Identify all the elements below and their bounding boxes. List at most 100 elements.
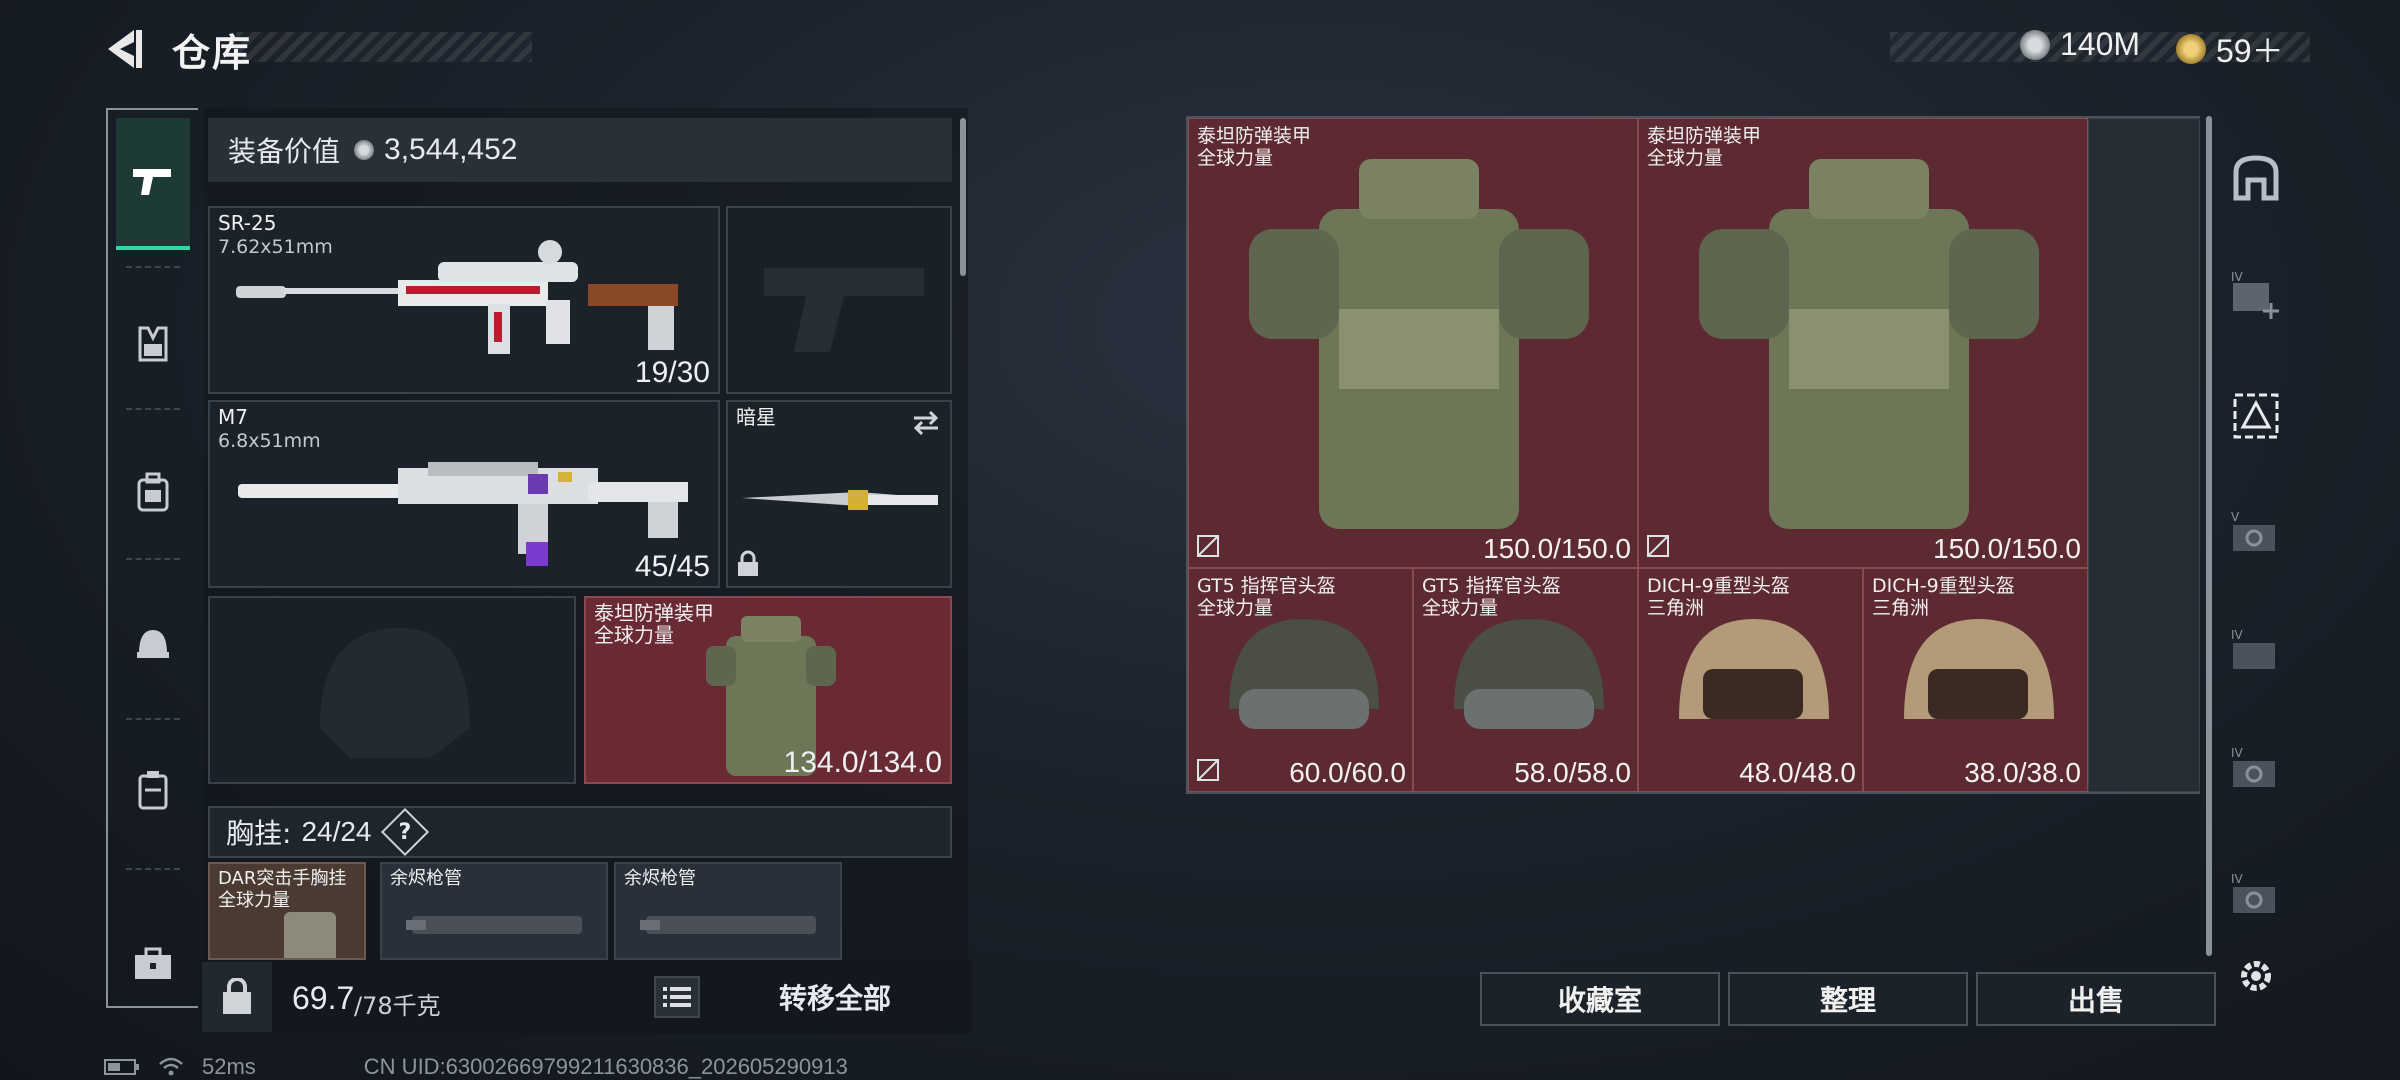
- storage-item-helmet-4[interactable]: DICH-9重型头盔 三角洲 38.0/38.0: [1863, 568, 2088, 792]
- ammo-count: 19/30: [634, 356, 710, 389]
- storage-item-armor-1[interactable]: 泰坦防弹装甲 全球力量 150.0/150.0: [1188, 118, 1638, 568]
- list-icon: [663, 987, 691, 1007]
- case-tool-iv-3[interactable]: IV: [2224, 866, 2288, 930]
- helmet-image: [1679, 619, 1829, 719]
- case-iv-icon: IV: [2231, 872, 2275, 913]
- empty-grid-cell[interactable]: [2088, 118, 2200, 792]
- rig-item-barrel-1[interactable]: 余烬枪管: [380, 862, 608, 960]
- title-decoration: [236, 32, 532, 62]
- settings-button[interactable]: [2224, 944, 2288, 1008]
- loadout-scrollbar[interactable]: [960, 118, 966, 276]
- durability: 60.0/60.0: [1289, 757, 1406, 788]
- primary-weapon-slot-1[interactable]: SR-25 7.62x51mm 19/30: [208, 206, 720, 394]
- backpack-icon: [137, 472, 169, 512]
- helmet-image: [1454, 619, 1604, 729]
- currency-silver[interactable]: 140M: [2020, 26, 2140, 63]
- sell-button[interactable]: 出售: [1976, 972, 2216, 1026]
- transfer-all-button[interactable]: 转移全部: [710, 968, 960, 1026]
- chest-rig-image: [284, 912, 336, 958]
- durability: 150.0/150.0: [1483, 533, 1631, 564]
- primary-weapon-slot-2[interactable]: M7 6.8x51mm 45/45: [208, 400, 720, 588]
- triangle-box-icon: [2233, 393, 2279, 439]
- storage-item-armor-2[interactable]: 泰坦防弹装甲 全球力量 150.0/150.0: [1638, 118, 2088, 568]
- no-repair-icon: [1197, 759, 1219, 781]
- storage-scrollbar[interactable]: [2206, 116, 2212, 956]
- toolbox-icon: [135, 947, 171, 979]
- armor-slot[interactable]: 泰坦防弹装甲 全球力量 134.0/134.0: [584, 596, 952, 784]
- durability: 38.0/38.0: [1964, 757, 2081, 788]
- rig-capacity: 24/24: [301, 816, 372, 847]
- sidearm-slot[interactable]: [726, 206, 952, 394]
- add-item-tool[interactable]: IV: [2224, 264, 2288, 328]
- category-tabs: [106, 108, 200, 1008]
- case-tool-v[interactable]: V: [2224, 504, 2288, 568]
- helmet-slot[interactable]: [208, 596, 576, 784]
- storage-item-helmet-1[interactable]: GT5 指挥官头盔 全球力量 60.0/60.0: [1188, 568, 1413, 792]
- silver-coin-icon: [2020, 29, 2050, 60]
- rig-item-barrel-2[interactable]: 余烬枪管: [614, 862, 842, 960]
- svg-text:V: V: [2231, 510, 2240, 524]
- uid-text: CN UID:63002669799211630836_202605290913: [363, 1054, 848, 1079]
- no-repair-icon: [1647, 535, 1669, 557]
- organize-button[interactable]: 整理: [1728, 972, 1968, 1026]
- currency-gold-value: 59＋: [2216, 33, 2284, 69]
- triangle-tool[interactable]: [2224, 384, 2288, 448]
- case-v-icon: V: [2231, 510, 2275, 551]
- svg-text:IV: IV: [2231, 746, 2244, 760]
- case-tool-iv-2[interactable]: IV: [2224, 740, 2288, 804]
- collection-room-button[interactable]: 收藏室: [1480, 972, 1720, 1026]
- equip-value-bar: 装备价值 3,544,452: [208, 118, 952, 182]
- arch-icon: [2233, 155, 2279, 201]
- helmet-image: [1904, 619, 2054, 719]
- weight-lock-button[interactable]: [202, 962, 272, 1032]
- equip-value: 3,544,452: [384, 133, 518, 166]
- durability: 58.0/58.0: [1514, 757, 1631, 788]
- tab-container[interactable]: [116, 724, 190, 856]
- list-view-button[interactable]: [654, 976, 700, 1018]
- tab-weapons[interactable]: [116, 118, 190, 250]
- vest-icon: [138, 326, 168, 362]
- silver-coin-icon: [354, 140, 375, 160]
- svg-text:IV: IV: [2231, 872, 2244, 886]
- case-iv-icon: IV: [2231, 628, 2275, 669]
- pistol-placeholder-icon: [764, 268, 924, 352]
- weapon-name: M7: [218, 405, 248, 429]
- durability: 150.0/150.0: [1933, 533, 2081, 564]
- storage-grid: 泰坦防弹装甲 全球力量 150.0/150.0 泰坦防弹装甲 全球力量 150.0/…: [1186, 116, 2200, 794]
- svg-text:IV: IV: [2231, 270, 2244, 284]
- armor-durability: 134.0/134.0: [783, 746, 942, 779]
- swap-icon[interactable]: [910, 410, 942, 436]
- tab-tools[interactable]: [116, 898, 190, 1030]
- rig-item-dar[interactable]: DAR突击手胸挂 全球力量: [208, 862, 366, 960]
- durability: 48.0/48.0: [1739, 757, 1856, 788]
- wifi-icon: [159, 1057, 183, 1076]
- melee-name: 暗星: [736, 405, 776, 429]
- weight-lock-icon: [223, 978, 251, 1014]
- armor-image: [1249, 159, 1589, 529]
- case-icon: [138, 771, 168, 810]
- melee-slot[interactable]: 暗星: [726, 400, 952, 588]
- tab-helmet[interactable]: [116, 578, 190, 710]
- equip-value-label: 装备价值: [228, 135, 341, 168]
- help-icon[interactable]: ?: [380, 807, 429, 857]
- chest-rig-bar: 胸挂: 24/24 ?: [208, 806, 952, 858]
- tab-backpack[interactable]: [116, 426, 190, 558]
- storage-item-helmet-2[interactable]: GT5 指挥官头盔 全球力量 58.0/58.0: [1413, 568, 1638, 792]
- armor-image: [1699, 159, 2039, 529]
- knife-image: [742, 490, 938, 510]
- storage-item-helmet-3[interactable]: DICH-9重型头盔 三角洲 48.0/48.0: [1638, 568, 1863, 792]
- barrel-image: [640, 916, 816, 934]
- sr25-rifle-image: [236, 240, 678, 354]
- currency-gold[interactable]: 59＋: [2176, 26, 2284, 72]
- container-tool[interactable]: [2224, 146, 2288, 210]
- no-repair-icon: [1197, 535, 1219, 557]
- helmet-icon: [137, 630, 169, 658]
- tab-armor[interactable]: [116, 278, 190, 410]
- helmet-placeholder-icon: [320, 628, 470, 758]
- svg-text:IV: IV: [2231, 628, 2244, 642]
- rig-label: 胸挂:: [226, 817, 292, 850]
- weight-bar: 69.7 /78千克 转移全部: [200, 960, 972, 1034]
- back-button[interactable]: [100, 24, 150, 74]
- case-tool-iv-1[interactable]: IV: [2224, 622, 2288, 686]
- gear-icon: [2241, 961, 2271, 991]
